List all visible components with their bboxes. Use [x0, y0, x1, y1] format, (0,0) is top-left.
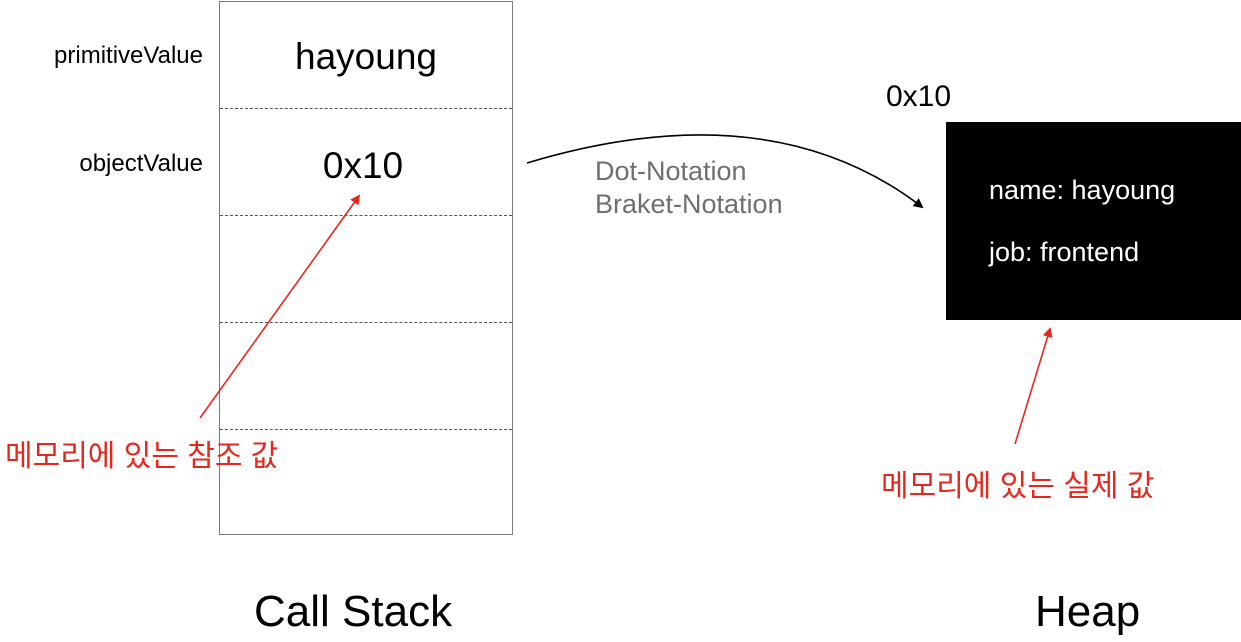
reference-annotation-arrow [199, 194, 361, 419]
actual-annotation-arrow [1014, 327, 1053, 445]
reference-arrow [526, 134, 924, 209]
connector-arrows [199, 134, 1053, 445]
